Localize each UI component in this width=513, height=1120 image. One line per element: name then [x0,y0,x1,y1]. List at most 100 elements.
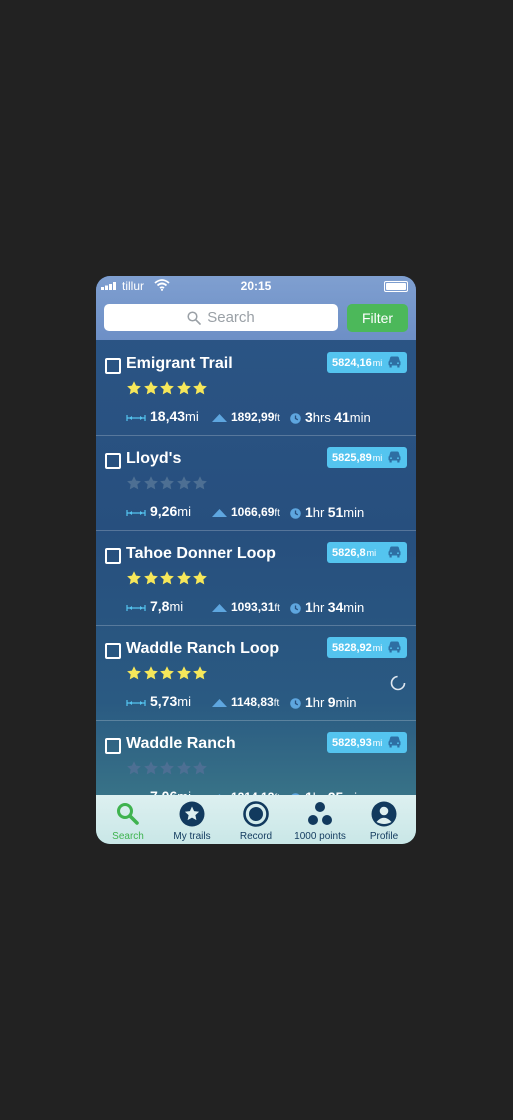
hours-unit: hr [312,600,325,615]
elevation-unit: ft [274,413,280,424]
trail-length: 9,26mi [126,503,191,519]
select-checkbox[interactable] [105,738,121,754]
select-checkbox[interactable] [105,358,121,374]
tab-my-trails[interactable]: My trails [160,795,224,844]
trail-name: Emigrant Trail [126,355,233,372]
battery-icon [384,281,408,292]
distance-away-badge[interactable]: 5826,8 mi [327,542,407,563]
tab-label: Search [112,831,144,842]
clock-icon [290,413,301,425]
hours-unit: hr [312,695,325,710]
distance-away-unit: mi [372,357,383,368]
trail-duration: 1hr 51min [290,504,364,520]
distance-away-badge[interactable]: 5828,93 mi [327,732,407,753]
car-icon [388,736,401,748]
star-icon [127,476,141,490]
trail-elevation: 1148,83ft [212,695,279,709]
trail-duration: 1hr 9min [290,694,356,710]
length-arrow-icon [126,604,146,611]
distance-away-value: 5828,93 [332,736,372,749]
distance-away-badge[interactable]: 5828,92 mi [327,637,407,658]
star-icon [143,761,158,775]
phone-screen: tillur 20:15 Search Filter Emigrant Trai… [96,276,416,844]
rating-stars [126,475,209,491]
rating-stars [126,760,209,776]
select-checkbox[interactable] [105,453,121,469]
star-icon [143,476,158,490]
status-bar: tillur 20:15 [96,276,416,296]
rating-stars [126,570,209,586]
elevation-icon [212,508,227,517]
length-arrow-icon [126,699,146,706]
trail-row[interactable]: Lloyd's 5825,89 mi 9,26mi 1066,69ft 1hr 5… [96,435,416,531]
length-arrow-icon [126,509,146,516]
clock-icon [290,698,301,710]
star-icon [160,476,174,490]
minutes-value: 9 [327,694,336,710]
star-icon [143,381,158,395]
loading-spinner-icon [390,675,406,691]
filter-button[interactable]: Filter [347,304,408,332]
star-icon [160,381,174,395]
distance-away-badge[interactable]: 5824,16 mi [327,352,407,373]
length-unit: mi [169,599,184,614]
elevation-value: 1892,99 [231,410,275,424]
car-icon [388,641,401,653]
trail-elevation: 1093,31ft [212,600,280,614]
tab-record[interactable]: Record [224,795,288,844]
distance-away-unit: mi [366,547,377,558]
star-icon [193,666,207,680]
clock-icon [290,603,301,615]
length-value: 5,73 [150,693,178,709]
car-icon [388,451,401,463]
star-icon [176,381,191,395]
minutes-value: 51 [327,504,344,520]
distance-away-value: 5825,89 [332,451,372,464]
trail-row[interactable]: Emigrant Trail 5824,16 mi 18,43mi 1892,99… [96,340,416,436]
minutes-value: 34 [327,599,344,615]
trail-duration: 3hrs 41min [290,409,371,425]
select-checkbox[interactable] [105,548,121,564]
clock: 20:15 [240,279,272,293]
trail-stats: 9,26mi 1066,69ft 1hr 51min [126,503,416,521]
top-bar: tillur 20:15 Search Filter [96,276,416,340]
search-input[interactable]: Search [104,304,338,331]
star-icon [176,476,191,490]
trail-row[interactable]: Waddle Ranch Loop 5828,92 mi 5,73mi 1148,… [96,625,416,721]
tab-bar: Search My trails Record 1000 points Profile [96,795,416,844]
points-icon [308,802,332,825]
star-icon [176,571,191,585]
trail-name: Waddle Ranch [126,735,236,752]
trail-stats: 5,73mi 1148,83ft 1hr 9min [126,693,416,711]
hours-value: 1 [305,599,313,615]
length-value: 7,8 [150,598,170,614]
tab-search[interactable]: Search [96,795,160,844]
clock-icon [290,508,301,520]
star-icon [127,571,141,585]
car-icon [388,356,401,368]
trail-name: Lloyd's [126,450,182,467]
trail-row[interactable]: Tahoe Donner Loop 5826,8 mi 7,8mi 1093,31… [96,530,416,626]
tab-label: 1000 points [294,831,346,842]
elevation-icon [212,698,227,707]
hours-value: 1 [305,694,313,710]
search-icon [117,803,139,825]
trail-stats: 7,8mi 1093,31ft 1hr 34min [126,598,416,616]
trail-name: Waddle Ranch Loop [126,640,280,657]
length-unit: mi [177,504,191,519]
length-arrow-icon [126,414,146,421]
distance-away-badge[interactable]: 5825,89 mi [327,447,407,468]
tab-1000-points[interactable]: 1000 points [288,795,352,844]
tab-profile[interactable]: Profile [352,795,416,844]
star-icon [193,761,207,775]
star-icon [127,761,141,775]
record-icon [243,801,269,827]
star-icon [127,381,141,395]
star-icon [127,666,141,680]
minutes-unit: min [349,410,371,425]
trail-length: 18,43mi [126,408,199,424]
search-icon [187,310,202,325]
select-checkbox[interactable] [105,643,121,659]
elevation-unit: ft [273,698,280,709]
star-icon [160,666,174,680]
